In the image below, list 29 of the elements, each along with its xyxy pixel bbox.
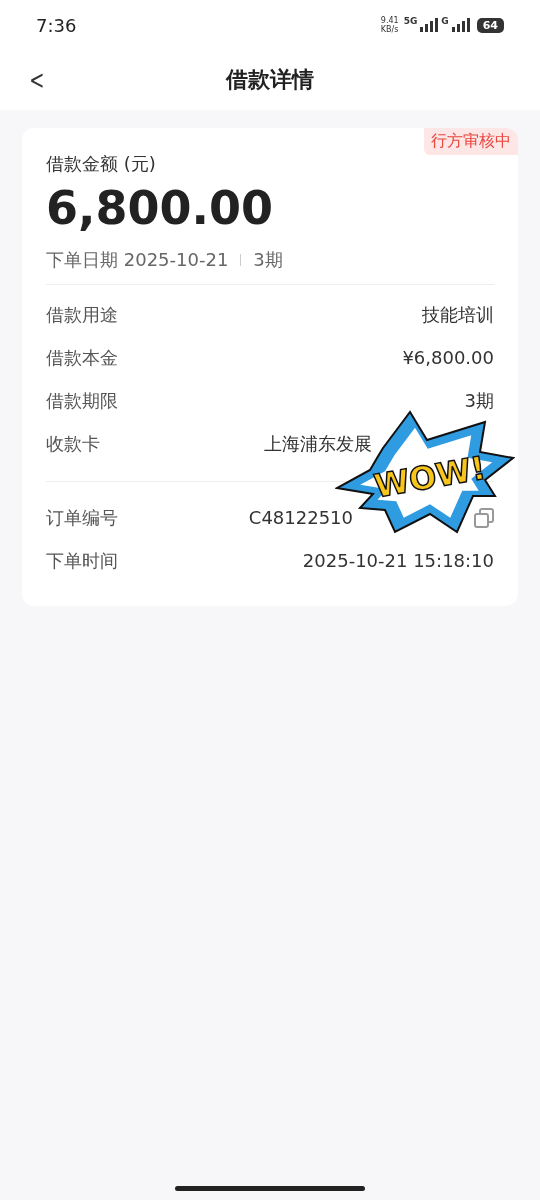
page-title: 借款详情 <box>226 66 314 94</box>
detail-label: 借款本金 <box>46 345 118 370</box>
signal-icon <box>451 18 470 32</box>
detail-value: ¥6,800.00 <box>402 347 494 368</box>
signal-icon <box>420 18 439 32</box>
speed-unit: KB/s <box>380 25 399 34</box>
detail-value: 技能培训 <box>422 302 494 327</box>
battery-level: 64 <box>476 17 504 33</box>
sticker-text: WOW! <box>371 448 489 506</box>
network-type: G <box>441 16 449 26</box>
loan-amount: 6,800.00 <box>46 180 274 236</box>
loan-terms: 3期 <box>253 248 283 272</box>
detail-value: 3期 <box>464 388 494 413</box>
detail-value: C48122510 <box>248 507 353 528</box>
detail-label: 收款卡 <box>46 431 100 456</box>
detail-label: 借款期限 <box>46 388 118 413</box>
detail-value: 上海浦东发展 <box>264 431 372 456</box>
detail-label: 下单时间 <box>46 548 118 573</box>
status-badge: 行方审核中 <box>424 128 518 155</box>
network-type: 5G <box>403 16 418 26</box>
detail-label: 订单编号 <box>46 505 118 530</box>
copy-icon[interactable] <box>474 507 494 528</box>
status-time: 7:36 <box>36 14 77 36</box>
amount-label: 借款金额 (元) <box>46 152 157 176</box>
network-speed: 9.41 <box>380 16 399 25</box>
order-date: 下单日期 2025-10-21 <box>46 248 229 272</box>
back-button[interactable]: < <box>25 65 49 95</box>
detail-value: 2025-10-21 15:18:10 <box>302 550 494 571</box>
detail-label: 借款用途 <box>46 302 118 327</box>
